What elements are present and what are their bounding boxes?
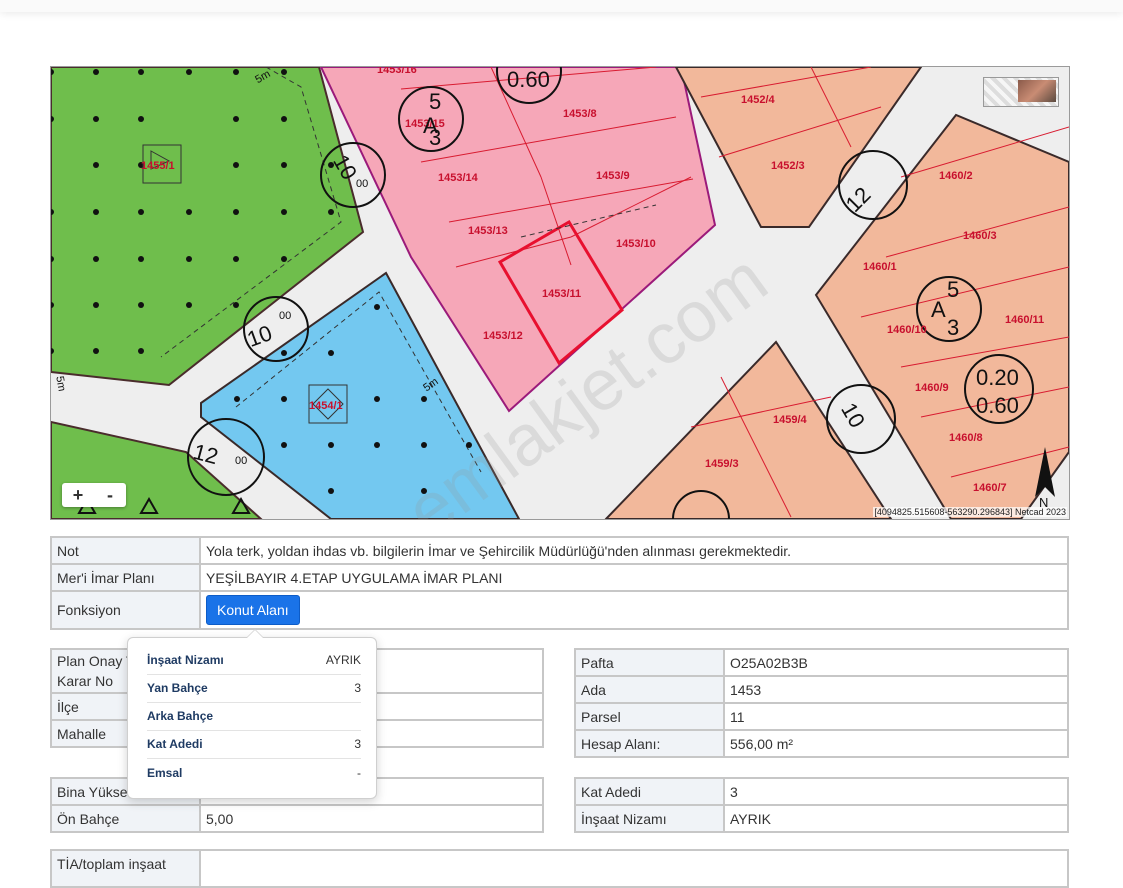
label-1459-3: 1459/3 [705, 458, 739, 470]
label-1452-3: 1452/3 [771, 160, 805, 172]
popover-row: Emsal - [147, 759, 361, 787]
popover-key-insaat-nizami: İnşaat Nizamı [147, 653, 224, 667]
label-1455-1: 1455/1 [141, 160, 175, 172]
label-1453-12: 1453/12 [483, 330, 523, 342]
table-row: Not Yola terk, yoldan ihdas vb. bilgiler… [50, 536, 1069, 565]
label-1460-7: 1460/7 [973, 482, 1007, 494]
label-not: Not [50, 536, 201, 565]
info-table-right-1: Pafta O25A02B3B Ada 1453 Parsel 11 Hesap… [574, 648, 1069, 758]
label-1454-1: 1454/1 [309, 400, 343, 412]
popover-value-kat-adedi: 3 [354, 737, 361, 751]
popover-key-yan-bahce: Yan Bahçe [147, 681, 208, 695]
label-1453-13: 1453/13 [468, 225, 508, 237]
label-1460-1: 1460/1 [863, 261, 897, 273]
label-kat-adedi: Kat Adedi [574, 777, 725, 806]
nizam-5b: 5 [947, 277, 959, 302]
label-tia-toplam-insaat: TİA/toplam inşaat [50, 849, 201, 888]
zoning-map[interactable]: N 1453/16 1453/15 1453/8 1453/14 1453/9 … [50, 66, 1070, 520]
info-table-right-2: Kat Adedi 3 İnşaat Nizamı AYRIK [574, 777, 1069, 833]
label-1453-9: 1453/9 [596, 170, 630, 182]
road-decimal-2: 00 [279, 310, 291, 322]
value-insaat-nizami: AYRIK [723, 804, 1069, 833]
zoom-control: + - [62, 483, 126, 507]
nizam-3b: 3 [947, 315, 959, 340]
popover-key-emsal: Emsal [147, 766, 183, 780]
value-on-bahce: 5,00 [199, 804, 544, 833]
popover-key-arka-bahce: Arka Bahçe [147, 709, 214, 723]
label-1453-11: 1453/11 [542, 288, 581, 300]
value-fonksiyon: Konut Alanı [199, 590, 1069, 630]
value-not: Yola terk, yoldan ihdas vb. bilgilerin İ… [199, 536, 1069, 565]
popover-row: Arka Bahçe [147, 702, 361, 731]
emsal-label-2: 0.20 [976, 365, 1019, 390]
value-kat-adedi: 3 [723, 777, 1069, 806]
info-table-bottom: TİA/toplam inşaat [50, 849, 1069, 888]
map-coordinates: [4094825.515608-563290.296843] Netcad 20… [873, 507, 1067, 517]
popover-row: İnşaat Nizamı AYRIK [147, 646, 361, 675]
satellite-thumb [1018, 80, 1056, 102]
nizam-ab: A [931, 297, 946, 322]
label-parsel: Parsel [574, 702, 725, 731]
value-parsel: 11 [723, 702, 1069, 731]
label-1452-4: 1452/4 [741, 94, 776, 106]
label-1453-16: 1453/16 [377, 67, 417, 76]
label-1460-9: 1460/9 [915, 382, 949, 394]
value-tia-toplam-insaat [199, 849, 1069, 888]
nizam-5: 5 [429, 89, 441, 114]
label-hesap-alani: Hesap Alanı: [574, 729, 725, 758]
table-row: Hesap Alanı: 556,00 m² [574, 729, 1069, 758]
value-meri-imar-plani: YEŞİLBAYIR 4.ETAP UYGULAMA İMAR PLANI [199, 563, 1069, 592]
label-1453-8: 1453/8 [563, 108, 597, 120]
label-1460-3: 1460/3 [963, 230, 997, 242]
label-karar-no: Karar No [57, 673, 114, 689]
label-1460-11: 1460/11 [1005, 314, 1044, 326]
road-decimal-1: 00 [235, 455, 247, 467]
value-hesap-alani: 556,00 m² [723, 729, 1069, 758]
zoom-in-button[interactable]: + [62, 483, 94, 507]
popover-arrow [246, 629, 264, 638]
label-1460-2: 1460/2 [939, 170, 973, 182]
table-row: Parsel 11 [574, 702, 1069, 731]
popover-key-kat-adedi: Kat Adedi [147, 737, 203, 751]
layer-switcher[interactable] [983, 77, 1059, 107]
label-plan-onay-line1: Plan Onay T [57, 653, 135, 669]
label-on-bahce: Ön Bahçe [50, 804, 201, 833]
nizam-3: 3 [429, 125, 441, 150]
table-row: Kat Adedi 3 [574, 777, 1069, 806]
zoom-out-button[interactable]: - [94, 483, 126, 507]
table-row: TİA/toplam inşaat [50, 849, 1069, 888]
emsal-label-3: 0.60 [976, 393, 1019, 418]
table-row: İnşaat Nizamı AYRIK [574, 804, 1069, 833]
map-canvas: N 1453/16 1453/15 1453/8 1453/14 1453/9 … [51, 67, 1069, 519]
popover-value-insaat-nizami: AYRIK [325, 653, 361, 667]
label-pafta: Pafta [574, 648, 725, 677]
label-1459-4: 1459/4 [773, 414, 808, 426]
table-row: Ada 1453 [574, 675, 1069, 704]
table-row: Ön Bahçe 5,00 [50, 804, 544, 833]
popover-value-emsal: - [357, 766, 361, 780]
info-table-top: Not Yola terk, yoldan ihdas vb. bilgiler… [50, 536, 1069, 630]
label-meri-imar-plani: Mer'i İmar Planı [50, 563, 201, 592]
popover-row: Kat Adedi 3 [147, 730, 361, 759]
top-navbar-shadow [0, 0, 1123, 12]
konut-alani-button[interactable]: Konut Alanı [206, 595, 300, 625]
emsal-label-1: 0.60 [507, 67, 550, 92]
label-1453-10: 1453/10 [616, 238, 656, 250]
label-1460-8: 1460/8 [949, 432, 983, 444]
label-fonksiyon: Fonksiyon [50, 590, 201, 630]
popover-value-yan-bahce: 3 [354, 681, 361, 695]
label-1453-14: 1453/14 [438, 172, 479, 184]
label-insaat-nizami: İnşaat Nizamı [574, 804, 725, 833]
popover-row: Yan Bahçe 3 [147, 674, 361, 703]
value-ada: 1453 [723, 675, 1069, 704]
table-row: Fonksiyon Konut Alanı [50, 590, 1069, 630]
road-decimal-3: 00 [356, 178, 368, 190]
label-1460-10: 1460/10 [887, 324, 927, 336]
table-row: Pafta O25A02B3B [574, 648, 1069, 677]
fonksiyon-popover: İnşaat Nizamı AYRIK Yan Bahçe 3 Arka Bah… [127, 629, 377, 799]
table-row: Mer'i İmar Planı YEŞİLBAYIR 4.ETAP UYGUL… [50, 563, 1069, 592]
label-ada: Ada [574, 675, 725, 704]
value-pafta: O25A02B3B [723, 648, 1069, 677]
